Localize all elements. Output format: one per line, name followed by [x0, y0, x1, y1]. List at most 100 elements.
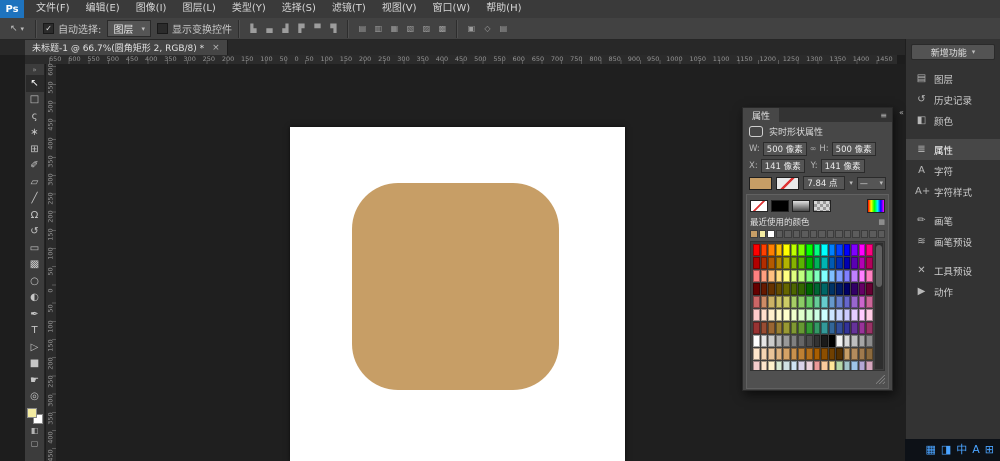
color-swatch[interactable] [761, 270, 768, 282]
color-swatch[interactable] [859, 335, 866, 347]
color-swatch[interactable] [768, 296, 775, 308]
stroke-width-field[interactable]: 7.84 点 [803, 176, 845, 190]
taskbar-icon[interactable]: ⊞ [985, 439, 994, 461]
color-swatch[interactable] [768, 283, 775, 295]
recent-color-swatch[interactable] [776, 230, 784, 238]
menu-item[interactable]: 文件(F) [28, 0, 78, 18]
color-swatch[interactable] [783, 283, 790, 295]
color-swatch[interactable] [859, 322, 866, 334]
eyedropper-tool[interactable]: ✐ [26, 158, 44, 175]
color-swatch[interactable] [806, 244, 813, 256]
color-swatch[interactable] [866, 283, 873, 295]
color-swatch[interactable] [844, 348, 851, 360]
color-swatch[interactable] [829, 283, 836, 295]
color-swatch[interactable] [859, 283, 866, 295]
panel-actions[interactable]: ▶ 动作 [906, 281, 1000, 302]
color-swatch[interactable] [753, 244, 760, 256]
align-button-icon[interactable]: ▜ [326, 21, 341, 36]
solid-color-button[interactable] [771, 200, 789, 212]
tool-preset-dropdown[interactable]: ↖ ▾ [5, 21, 29, 37]
color-swatch[interactable] [783, 348, 790, 360]
color-swatch[interactable] [859, 257, 866, 269]
grid-view-icon[interactable]: ▦ [878, 218, 885, 226]
recent-color-swatch[interactable] [810, 230, 818, 238]
color-swatch[interactable] [821, 361, 828, 371]
color-swatch[interactable] [783, 309, 790, 321]
color-swatch[interactable] [783, 296, 790, 308]
color-swatch[interactable] [836, 283, 843, 295]
color-swatch[interactable] [814, 296, 821, 308]
color-swatch[interactable] [768, 244, 775, 256]
color-swatch[interactable] [776, 335, 783, 347]
auto-select-target-dropdown[interactable]: 图层 ▾ [107, 20, 151, 37]
no-color-button[interactable] [750, 200, 768, 212]
color-swatch[interactable] [821, 283, 828, 295]
color-swatch[interactable] [814, 257, 821, 269]
x-field[interactable]: 141 像素 [761, 159, 805, 173]
color-swatch[interactable] [768, 309, 775, 321]
color-swatch[interactable] [851, 296, 858, 308]
zoom-tool[interactable]: ◎ [26, 389, 44, 406]
color-swatch[interactable] [859, 270, 866, 282]
color-swatch[interactable] [859, 348, 866, 360]
marquee-tool[interactable]: □ [26, 92, 44, 109]
distribute-button-icon[interactable]: ▨ [419, 21, 434, 36]
history-brush-tool[interactable]: ↺ [26, 224, 44, 241]
color-swatch[interactable] [821, 322, 828, 334]
menu-item[interactable]: 选择(S) [274, 0, 324, 18]
color-swatch[interactable] [791, 309, 798, 321]
color-swatch[interactable] [851, 309, 858, 321]
color-swatch[interactable] [806, 322, 813, 334]
color-swatch[interactable] [791, 335, 798, 347]
color-swatch[interactable] [798, 244, 805, 256]
color-swatch[interactable] [806, 309, 813, 321]
color-swatch[interactable] [829, 309, 836, 321]
recent-color-swatch[interactable] [844, 230, 852, 238]
color-swatch[interactable] [844, 361, 851, 371]
color-swatch[interactable] [798, 348, 805, 360]
color-swatch[interactable] [844, 322, 851, 334]
color-swatch[interactable] [776, 348, 783, 360]
color-swatch[interactable] [798, 270, 805, 282]
color-swatch[interactable] [783, 322, 790, 334]
color-swatch[interactable] [753, 309, 760, 321]
color-swatch[interactable] [798, 309, 805, 321]
color-swatch[interactable] [836, 309, 843, 321]
recent-color-swatch[interactable] [759, 230, 767, 238]
color-swatch[interactable] [836, 335, 843, 347]
color-swatch[interactable] [836, 348, 843, 360]
color-swatch[interactable] [836, 244, 843, 256]
distribute-button-icon[interactable]: ▧ [403, 21, 418, 36]
align-button-icon[interactable]: ▀ [310, 21, 325, 36]
color-swatch[interactable] [806, 348, 813, 360]
panel-history[interactable]: ↺ 历史记录 [906, 89, 1000, 110]
color-swatch[interactable] [844, 309, 851, 321]
option-button-icon[interactable]: ▣ [464, 21, 479, 36]
blur-tool[interactable]: ○ [26, 273, 44, 290]
color-swatch[interactable] [836, 270, 843, 282]
menu-item[interactable]: 图像(I) [128, 0, 175, 18]
menu-item[interactable]: 窗口(W) [424, 0, 478, 18]
color-swatch[interactable] [821, 335, 828, 347]
new-features-button[interactable]: 新增功能 ▾ [911, 44, 995, 60]
color-swatch[interactable] [753, 322, 760, 334]
pattern-button[interactable] [813, 200, 831, 212]
color-swatch[interactable] [768, 361, 775, 371]
color-swatch[interactable] [791, 361, 798, 371]
close-icon[interactable]: × [212, 43, 220, 53]
color-swatch[interactable] [821, 244, 828, 256]
panel-brush[interactable]: ✏ 画笔 [906, 210, 1000, 231]
gradient-tool[interactable]: ▩ [26, 257, 44, 274]
lasso-tool[interactable]: ς [26, 108, 44, 125]
taskbar-icon[interactable]: ◨ [941, 439, 951, 461]
color-swatch[interactable] [806, 257, 813, 269]
color-swatch[interactable] [753, 257, 760, 269]
color-swatch[interactable] [776, 309, 783, 321]
color-swatch[interactable] [851, 283, 858, 295]
screen-mode-button[interactable]: ▢ [26, 437, 44, 450]
color-swatch[interactable] [851, 270, 858, 282]
color-swatch[interactable] [814, 335, 821, 347]
panel-properties[interactable]: ≣ 属性 [906, 139, 1000, 160]
color-swatch[interactable] [814, 244, 821, 256]
color-swatch[interactable] [859, 361, 866, 371]
